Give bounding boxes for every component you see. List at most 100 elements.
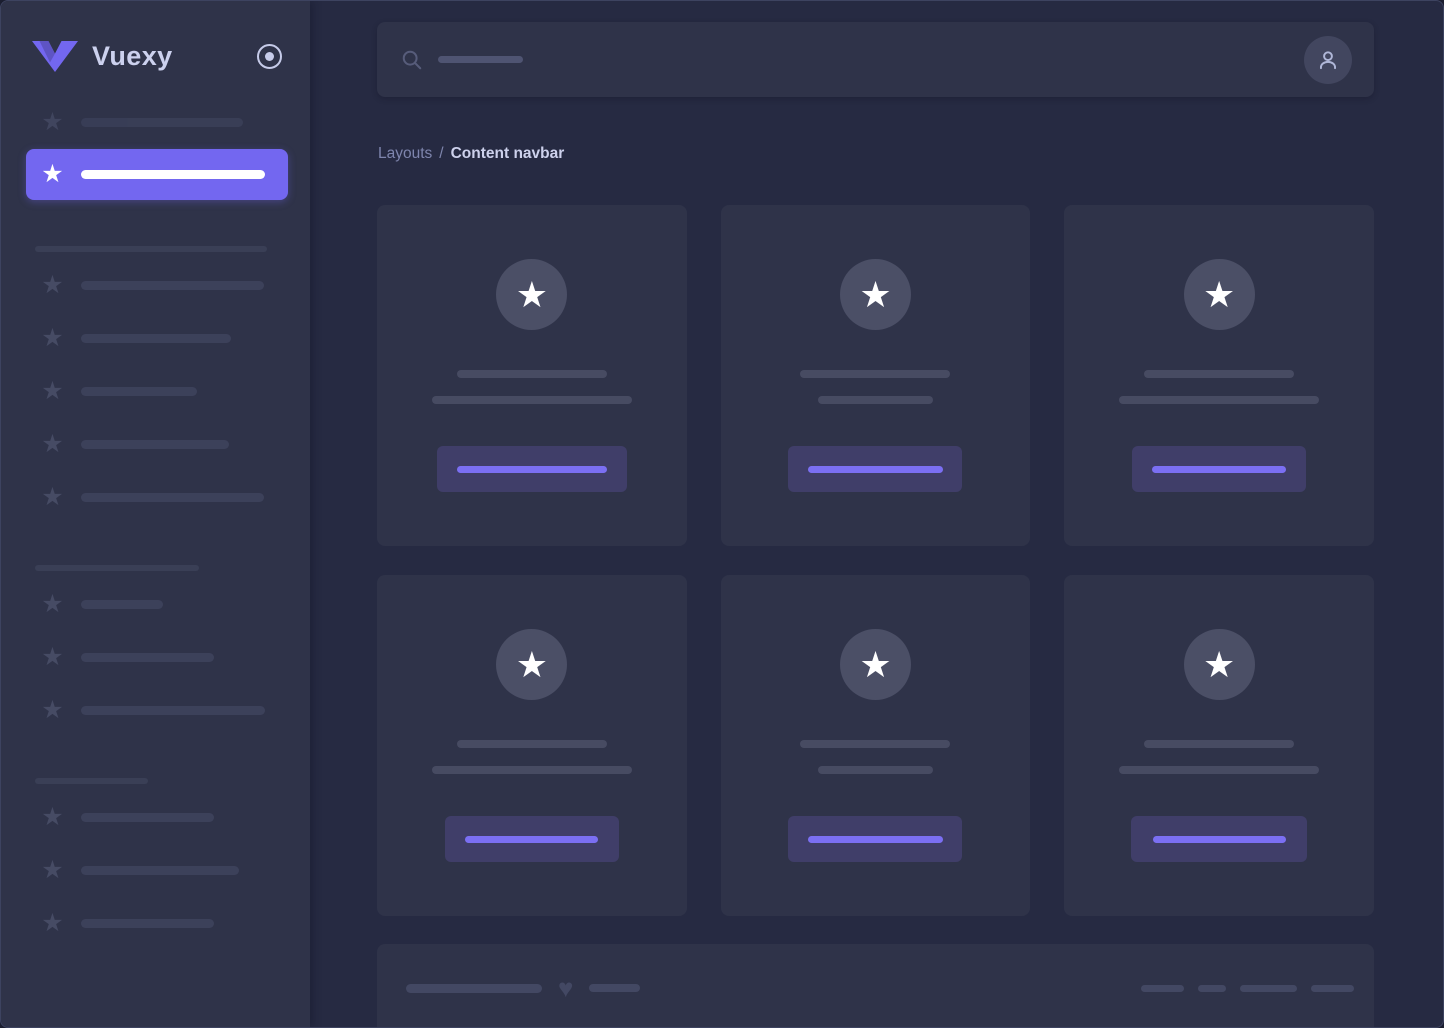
menu-section-header-bar xyxy=(35,565,199,571)
menu-section-header-bar xyxy=(35,778,148,784)
sidebar-menu-item[interactable]: ★ xyxy=(26,590,288,618)
sidebar-menu-item[interactable]: ★ xyxy=(26,430,288,458)
star-icon: ★ xyxy=(516,277,548,313)
breadcrumb-parent[interactable]: Layouts xyxy=(378,145,432,162)
star-icon: ★ xyxy=(39,804,66,831)
demo-card: ★ xyxy=(1064,205,1374,546)
sidebar-menu-item[interactable]: ★ xyxy=(26,803,288,831)
star-icon: ★ xyxy=(39,644,66,671)
card-title-placeholder-bar xyxy=(457,370,607,378)
menu-section-header-bar xyxy=(35,246,267,252)
star-icon: ★ xyxy=(39,910,66,937)
card-avatar-circle: ★ xyxy=(840,629,911,700)
star-icon: ★ xyxy=(39,697,66,724)
radio-dot xyxy=(265,52,274,61)
sidebar-menu-item[interactable]: ★ xyxy=(26,909,288,937)
button-label-placeholder-bar xyxy=(1153,836,1286,843)
menu-item-placeholder-bar xyxy=(81,919,214,928)
star-icon: ★ xyxy=(516,647,548,683)
menu-item-placeholder-bar xyxy=(81,118,243,127)
card-subtitle-placeholder-bar xyxy=(432,396,632,404)
card-title-placeholder-bar xyxy=(1144,740,1294,748)
sidebar-menu-item[interactable]: ★ xyxy=(26,108,288,136)
star-icon: ★ xyxy=(859,647,891,683)
card-title-placeholder-bar xyxy=(1144,370,1294,378)
demo-card: ★ xyxy=(721,575,1031,916)
vuexy-logo-icon xyxy=(32,41,78,72)
top-navbar xyxy=(377,22,1374,97)
star-icon: ★ xyxy=(859,277,891,313)
brand: Vuexy xyxy=(1,1,310,78)
sidebar-menu-item[interactable]: ★ xyxy=(26,324,288,352)
footer-link-placeholder-bar xyxy=(1311,985,1354,992)
card-subtitle-placeholder-bar xyxy=(1119,396,1319,404)
person-icon xyxy=(1315,47,1341,73)
card-button[interactable] xyxy=(1131,816,1307,862)
sidebar-menu-item[interactable]: ★ xyxy=(26,271,288,299)
menu-item-placeholder-bar xyxy=(81,866,239,875)
card-avatar-circle: ★ xyxy=(840,259,911,330)
menu-item-placeholder-bar xyxy=(81,170,265,179)
sidebar-menu-item[interactable]: ★ xyxy=(26,643,288,671)
star-icon: ★ xyxy=(39,431,66,458)
card-avatar-circle: ★ xyxy=(1184,629,1255,700)
menu-item-placeholder-bar xyxy=(81,813,214,822)
star-icon: ★ xyxy=(1203,277,1235,313)
sidebar-menu: ★ ★ ★ ★ ★ ★ ★ ★ ★ ★ ★ ★ ★ xyxy=(1,78,310,937)
footer-credit-placeholder-bar xyxy=(589,984,640,992)
sidebar-menu-item[interactable]: ★ xyxy=(26,377,288,405)
card-avatar-circle: ★ xyxy=(1184,259,1255,330)
demo-card: ★ xyxy=(721,205,1031,546)
card-subtitle-placeholder-bar xyxy=(818,396,933,404)
search-placeholder-bar xyxy=(438,56,523,63)
menu-pin-radio-icon[interactable] xyxy=(257,44,282,69)
menu-item-placeholder-bar xyxy=(81,281,264,290)
star-icon: ★ xyxy=(39,591,66,618)
footer-link-placeholder-bar xyxy=(1240,985,1297,992)
card-grid: ★ ★ ★ ★ ★ xyxy=(377,205,1374,916)
card-avatar-circle: ★ xyxy=(496,259,567,330)
sidebar-menu-item[interactable]: ★ xyxy=(26,856,288,884)
footer: ♥ xyxy=(377,944,1374,1027)
button-label-placeholder-bar xyxy=(457,466,607,473)
card-button[interactable] xyxy=(788,816,962,862)
star-icon: ★ xyxy=(39,161,66,188)
demo-card: ★ xyxy=(1064,575,1374,916)
heart-icon: ♥ xyxy=(558,976,573,1000)
footer-link-placeholder-bar xyxy=(1198,985,1226,992)
star-icon: ★ xyxy=(39,857,66,884)
card-button[interactable] xyxy=(788,446,962,492)
card-title-placeholder-bar xyxy=(800,740,950,748)
star-icon: ★ xyxy=(39,109,66,136)
star-icon: ★ xyxy=(39,325,66,352)
card-button[interactable] xyxy=(437,446,627,492)
card-button[interactable] xyxy=(1132,446,1306,492)
search-input[interactable] xyxy=(401,49,1304,71)
footer-left: ♥ xyxy=(406,976,640,1000)
brand-name: Vuexy xyxy=(92,41,173,72)
demo-card: ★ xyxy=(377,205,687,546)
button-label-placeholder-bar xyxy=(1152,466,1286,473)
menu-item-placeholder-bar xyxy=(81,387,197,396)
card-subtitle-placeholder-bar xyxy=(818,766,933,774)
breadcrumb-current: Content navbar xyxy=(451,145,565,162)
star-icon: ★ xyxy=(39,484,66,511)
card-button[interactable] xyxy=(445,816,619,862)
breadcrumb: Layouts / Content navbar xyxy=(378,144,1374,163)
card-title-placeholder-bar xyxy=(800,370,950,378)
sidebar-menu-item[interactable]: ★ xyxy=(26,696,288,724)
sidebar: Vuexy ★ ★ ★ ★ ★ ★ ★ ★ ★ ★ ★ ★ xyxy=(1,1,310,1027)
demo-card: ★ xyxy=(377,575,687,916)
footer-link-placeholder-bar xyxy=(1141,985,1184,992)
button-label-placeholder-bar xyxy=(808,466,943,473)
menu-item-placeholder-bar xyxy=(81,653,214,662)
card-title-placeholder-bar xyxy=(457,740,607,748)
menu-item-placeholder-bar xyxy=(81,440,229,449)
breadcrumb-separator: / xyxy=(439,145,443,162)
sidebar-menu-item[interactable]: ★ xyxy=(26,149,288,200)
star-icon: ★ xyxy=(1203,647,1235,683)
button-label-placeholder-bar xyxy=(465,836,598,843)
footer-right xyxy=(1141,976,1354,1000)
user-avatar[interactable] xyxy=(1304,36,1352,84)
sidebar-menu-item[interactable]: ★ xyxy=(26,483,288,511)
